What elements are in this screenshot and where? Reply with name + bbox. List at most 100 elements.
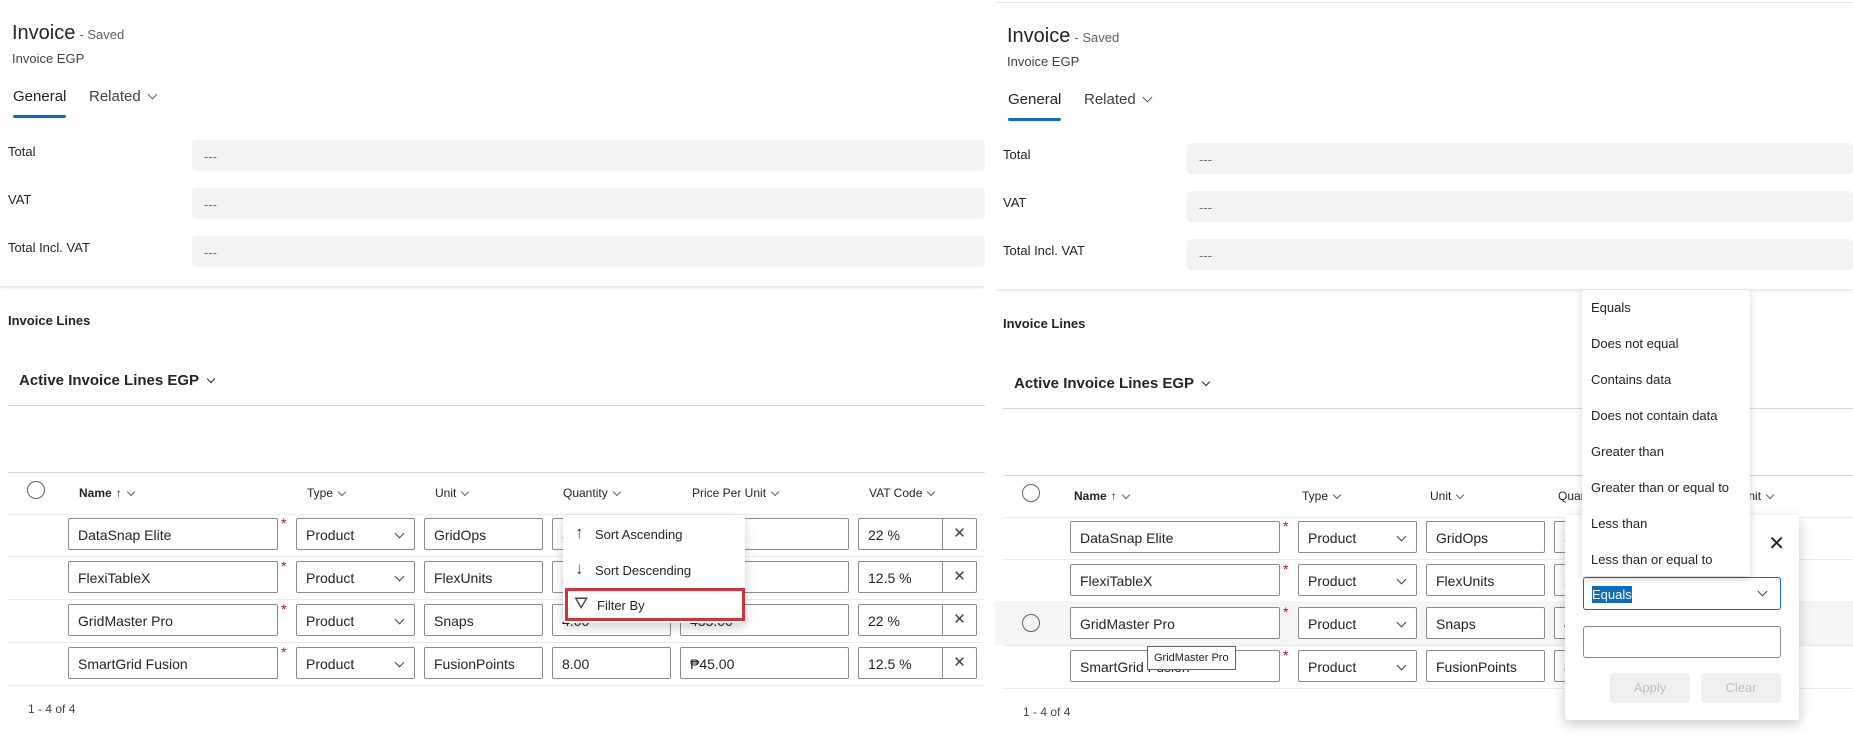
total-incl-vat-field[interactable]: --- <box>192 236 985 267</box>
unit-cell[interactable]: Snaps <box>1426 607 1545 639</box>
type-select[interactable]: Product <box>296 561 415 593</box>
column-header-name[interactable]: Name ↑ <box>1074 489 1130 503</box>
column-header-type[interactable]: Type <box>307 486 347 500</box>
price-cell[interactable]: ₱45.00 <box>680 647 849 679</box>
name-cell[interactable]: FlexiTableX <box>68 561 278 593</box>
section-title: Invoice Lines <box>1003 316 1086 331</box>
view-selector[interactable]: Active Invoice Lines EGP <box>19 372 216 389</box>
operator-select[interactable]: Equals <box>1583 577 1781 610</box>
table-row[interactable]: FlexiTableX * Product FlexUnits 2 12.5 %… <box>0 555 985 599</box>
chevron-down-icon <box>1121 490 1130 500</box>
sort-ascending-menu-item[interactable]: ↑ Sort Ascending <box>563 517 745 553</box>
tab-related[interactable]: Related <box>1084 91 1153 108</box>
column-label: Type <box>307 486 334 500</box>
column-label: Type <box>1302 489 1329 503</box>
operator-option[interactable]: Equals <box>1591 300 1631 315</box>
summary-section: Total --- VAT --- Total Incl. VAT --- <box>995 131 1853 289</box>
type-value: Product <box>1308 616 1357 632</box>
close-icon[interactable]: ✕ <box>1768 531 1785 556</box>
chevron-down-icon <box>1142 92 1153 103</box>
apply-button[interactable]: Apply <box>1610 673 1690 703</box>
name-cell[interactable]: DataSnap Elite <box>68 518 278 550</box>
vat-cell[interactable]: 12.5 % ✕ <box>858 647 977 679</box>
required-marker: * <box>1283 561 1289 577</box>
column-header-name[interactable]: Name ↑ <box>79 486 135 500</box>
title-text: Invoice <box>1007 25 1071 47</box>
total-field[interactable]: --- <box>192 140 985 171</box>
total-incl-vat-label: Total Incl. VAT <box>8 240 90 255</box>
operator-option[interactable]: Greater than or equal to <box>1591 480 1729 495</box>
sort-up-icon: ↑ <box>115 486 122 500</box>
unit-cell[interactable]: GridOps <box>424 518 543 550</box>
vat-cell[interactable]: 22 % ✕ <box>858 518 977 550</box>
unit-cell[interactable]: FusionPoints <box>1426 650 1545 682</box>
name-cell[interactable]: FlexiTableX <box>1070 564 1280 596</box>
tab-related-label: Related <box>89 88 141 105</box>
chevron-down-icon <box>1396 531 1407 542</box>
unit-cell[interactable]: GridOps <box>1426 521 1545 553</box>
quantity-cell[interactable]: 8.00 <box>552 647 671 679</box>
column-header-type[interactable]: Type <box>1302 489 1342 503</box>
vat-value: 22 % <box>868 613 900 629</box>
operator-option[interactable]: Does not equal <box>1591 336 1678 351</box>
column-header-quantity[interactable]: Quantity <box>563 486 621 500</box>
chevron-down-icon <box>927 487 936 497</box>
column-header-price[interactable]: Price Per Unit <box>692 486 780 500</box>
type-select[interactable]: Product <box>1298 564 1417 596</box>
type-select[interactable]: Product <box>296 604 415 636</box>
tab-related[interactable]: Related <box>89 88 158 105</box>
operator-option[interactable]: Less than or equal to <box>1591 552 1712 567</box>
clear-icon[interactable]: ✕ <box>942 605 976 635</box>
select-all-radio[interactable] <box>27 481 45 499</box>
row-select-radio[interactable] <box>1022 614 1040 632</box>
select-all-radio[interactable] <box>1022 484 1040 502</box>
column-header-unit[interactable]: Unit <box>435 486 470 500</box>
operator-option[interactable]: Contains data <box>1591 372 1671 387</box>
filter-by-menu-item[interactable]: ⛛ Filter By <box>565 588 745 621</box>
sort-descending-menu-item[interactable]: ↓ Sort Descending <box>563 553 745 589</box>
vat-field[interactable]: --- <box>1187 191 1853 222</box>
column-label: Name <box>79 486 112 500</box>
column-header-unit[interactable]: Unit <box>1430 489 1465 503</box>
chevron-down-icon <box>1757 586 1768 597</box>
unit-cell[interactable]: Snaps <box>424 604 543 636</box>
view-selector[interactable]: Active Invoice Lines EGP <box>1014 375 1211 392</box>
unit-cell[interactable]: FlexUnits <box>1426 564 1545 596</box>
name-cell[interactable]: SmartGrid Fusion <box>68 647 278 679</box>
left-screenshot-panel: Invoice - Saved Invoice EGP General Relat… <box>0 0 985 735</box>
type-select[interactable]: Product <box>1298 607 1417 639</box>
total-incl-vat-field[interactable]: --- <box>1187 239 1853 270</box>
type-select[interactable]: Product <box>296 647 415 679</box>
clear-icon[interactable]: ✕ <box>942 562 976 592</box>
name-cell[interactable]: GridMaster Pro <box>1070 607 1280 639</box>
vat-cell[interactable]: 22 % ✕ <box>858 604 977 636</box>
form-header: Invoice - Saved Invoice EGP General Relat… <box>0 0 985 128</box>
vat-field[interactable]: --- <box>192 188 985 219</box>
type-select[interactable]: Product <box>296 518 415 550</box>
vat-cell[interactable]: 12.5 % ✕ <box>858 561 977 593</box>
unit-cell[interactable]: FlexUnits <box>424 561 543 593</box>
name-cell[interactable]: DataSnap Elite <box>1070 521 1280 553</box>
operator-option[interactable]: Less than <box>1591 516 1647 531</box>
name-cell[interactable]: GridMaster Pro <box>68 604 278 636</box>
tab-general[interactable]: General <box>13 88 67 118</box>
clear-button[interactable]: Clear <box>1701 673 1781 703</box>
clear-icon[interactable]: ✕ <box>942 648 976 678</box>
type-select[interactable]: Product <box>1298 650 1417 682</box>
operator-option[interactable]: Greater than <box>1591 444 1664 459</box>
title-text: Invoice <box>12 22 76 44</box>
chevron-down-icon <box>612 487 621 497</box>
tab-general[interactable]: General <box>1008 91 1062 121</box>
filter-value-input[interactable] <box>1583 626 1781 658</box>
table-row[interactable]: DataSnap Elite * Product GridOps 3 22 %✕ <box>0 512 985 556</box>
unit-cell[interactable]: FusionPoints <box>424 647 543 679</box>
table-row[interactable]: SmartGrid Fusion * Product FusionPoints … <box>0 641 985 685</box>
column-header-vat[interactable]: VAT Code <box>869 486 936 500</box>
column-label: Name <box>1074 489 1107 503</box>
chevron-down-icon <box>1396 617 1407 628</box>
type-select[interactable]: Product <box>1298 521 1417 553</box>
table-row[interactable]: GridMaster Pro * Product Snaps 4.00 433.… <box>0 598 985 642</box>
clear-icon[interactable]: ✕ <box>942 519 976 549</box>
total-field[interactable]: --- <box>1187 143 1853 174</box>
operator-option[interactable]: Does not contain data <box>1591 408 1717 423</box>
